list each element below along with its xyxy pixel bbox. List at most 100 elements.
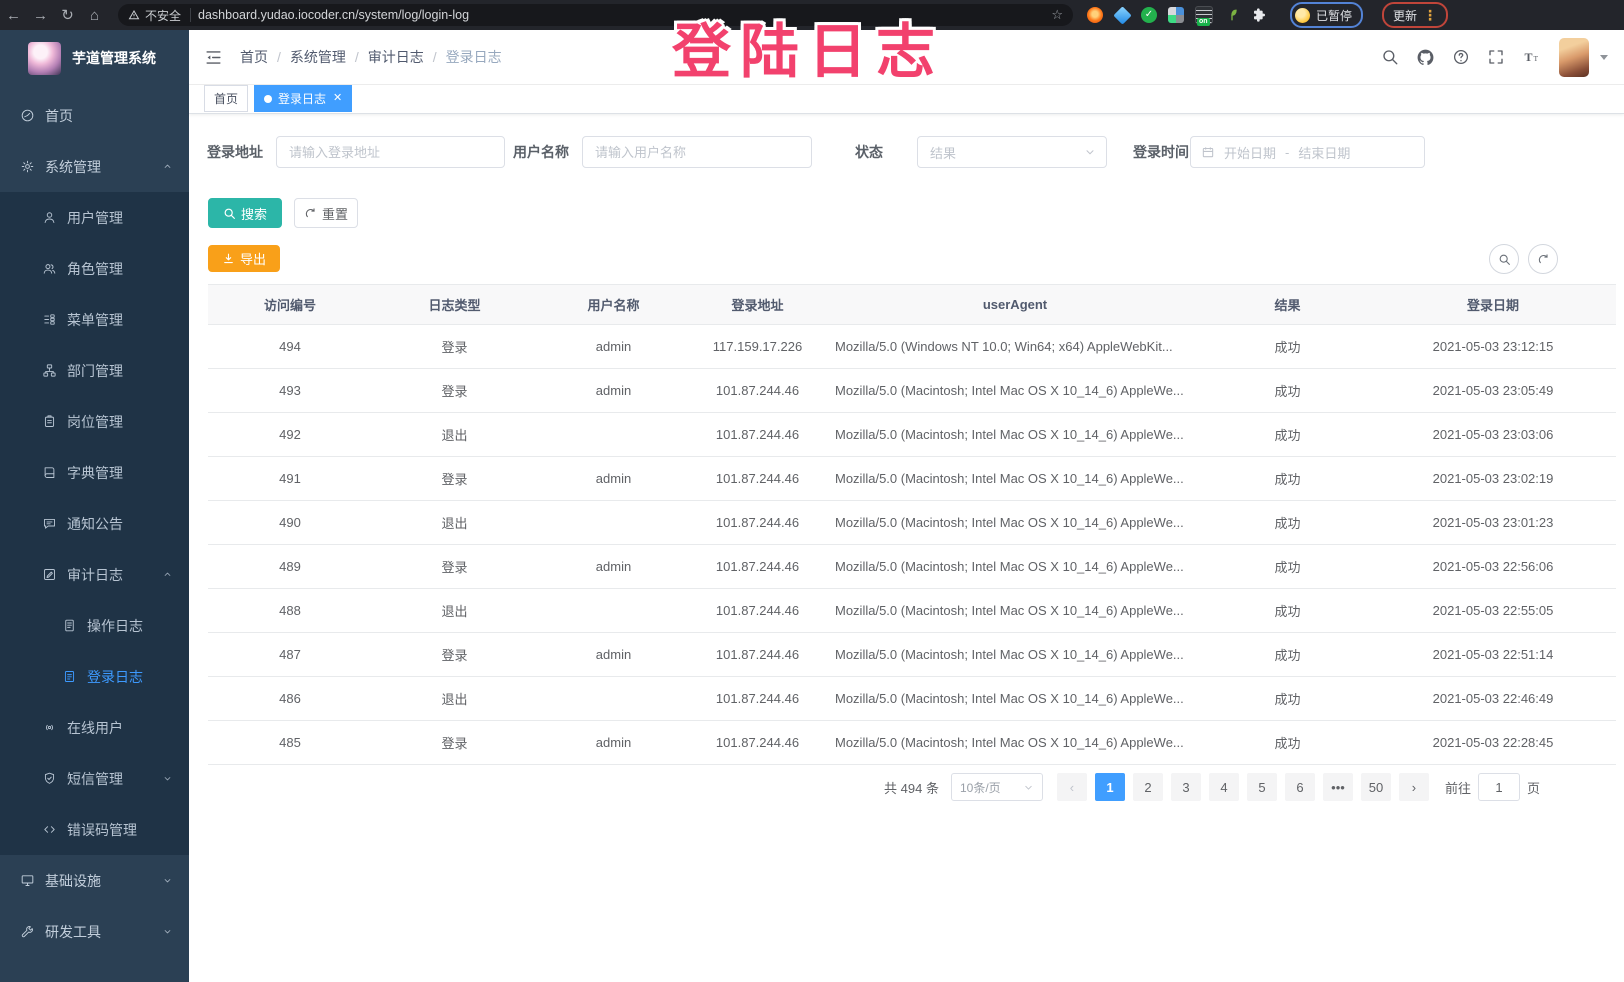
app-title: 芋道管理系统 bbox=[72, 48, 156, 68]
cell-result: 成功 bbox=[1205, 633, 1370, 677]
header-login-date: 登录日期 bbox=[1370, 285, 1616, 325]
search-button[interactable]: 搜索 bbox=[208, 198, 282, 228]
sidebar-item-label: 登录日志 bbox=[87, 667, 143, 687]
date-range-picker[interactable]: 开始日期 - 结束日期 bbox=[1190, 136, 1425, 168]
extension-gem-icon[interactable] bbox=[1113, 6, 1131, 24]
sidebar-item-user-management[interactable]: 用户管理 bbox=[0, 192, 189, 243]
search-icon bbox=[1498, 253, 1511, 266]
sidebar-item-audit-log[interactable]: 审计日志 bbox=[0, 549, 189, 600]
security-chip[interactable]: 不安全 bbox=[128, 8, 191, 22]
browser-update-button[interactable]: 更新 ⋮ bbox=[1382, 2, 1448, 28]
page-button-4[interactable]: 4 bbox=[1209, 773, 1239, 801]
username-label: 用户名称 bbox=[513, 136, 569, 168]
extension-list-icon[interactable]: on bbox=[1195, 6, 1213, 24]
tag-close-icon[interactable]: ✕ bbox=[333, 93, 342, 104]
sidebar-toggle-icon[interactable] bbox=[204, 48, 223, 67]
breadcrumb-system[interactable]: 系统管理 bbox=[290, 47, 346, 67]
login-time-label: 登录时间 bbox=[1133, 136, 1189, 168]
sidebar-item-dept-management[interactable]: 部门管理 bbox=[0, 345, 189, 396]
sidebar: 芋道管理系统 首页系统管理用户管理角色管理菜单管理部门管理岗位管理字典管理通知公… bbox=[0, 30, 189, 982]
page-button-1[interactable]: 1 bbox=[1095, 773, 1125, 801]
table-tools bbox=[1489, 244, 1558, 274]
cell-login-date: 2021-05-03 23:03:06 bbox=[1370, 413, 1616, 457]
tag-login-log[interactable]: 登录日志 ✕ bbox=[254, 85, 352, 112]
header-log-type: 日志类型 bbox=[372, 285, 537, 325]
tag-active-dot bbox=[264, 95, 272, 103]
doc-icon bbox=[62, 618, 77, 633]
goto-page-input[interactable] bbox=[1478, 773, 1520, 801]
cell-user-agent: Mozilla/5.0 (Macintosh; Intel Mac OS X 1… bbox=[825, 589, 1205, 633]
sidebar-item-label: 在线用户 bbox=[67, 718, 123, 738]
page-button-50[interactable]: 50 bbox=[1361, 773, 1391, 801]
cell-user-agent: Mozilla/5.0 (Macintosh; Intel Mac OS X 1… bbox=[825, 721, 1205, 765]
cell-login-date: 2021-05-03 23:05:49 bbox=[1370, 369, 1616, 413]
extension-orange-icon[interactable] bbox=[1087, 7, 1103, 23]
github-icon[interactable] bbox=[1416, 48, 1435, 67]
cell-login-date: 2021-05-03 22:46:49 bbox=[1370, 677, 1616, 721]
username-input[interactable] bbox=[582, 136, 812, 168]
font-size-icon[interactable]: TT bbox=[1522, 48, 1542, 66]
sidebar-item-system-management[interactable]: 系统管理 bbox=[0, 141, 189, 192]
pagination-total: 共 494 条 bbox=[884, 778, 939, 797]
sidebar-item-sms-management[interactable]: 短信管理 bbox=[0, 753, 189, 804]
page-button-5[interactable]: 5 bbox=[1247, 773, 1277, 801]
page-size-select[interactable]: 10条/页 bbox=[951, 773, 1043, 801]
sidebar-logo-row[interactable]: 芋道管理系统 bbox=[0, 30, 189, 86]
sidebar-item-infrastructure[interactable]: 基础设施 bbox=[0, 855, 189, 906]
browser-home-icon[interactable]: ⌂ bbox=[81, 7, 108, 24]
breadcrumb-audit-log[interactable]: 审计日志 bbox=[368, 47, 424, 67]
next-page-button[interactable]: › bbox=[1399, 773, 1429, 801]
refresh-table-button[interactable] bbox=[1528, 244, 1558, 274]
page-button-2[interactable]: 2 bbox=[1133, 773, 1163, 801]
sidebar-item-login-log[interactable]: 登录日志 bbox=[0, 651, 189, 702]
cell-visit-id: 492 bbox=[208, 413, 372, 457]
toggle-search-button[interactable] bbox=[1489, 244, 1519, 274]
sidebar-item-post-management[interactable]: 岗位管理 bbox=[0, 396, 189, 447]
cell-result: 成功 bbox=[1205, 589, 1370, 633]
export-button[interactable]: 导出 bbox=[208, 245, 280, 272]
extension-plant-icon[interactable] bbox=[1224, 7, 1240, 23]
reset-button[interactable]: 重置 bbox=[294, 198, 358, 228]
more-pages-button[interactable]: ••• bbox=[1323, 773, 1353, 801]
cell-login-address: 101.87.244.46 bbox=[690, 413, 825, 457]
docs-help-icon[interactable] bbox=[1452, 48, 1470, 66]
extension-green-icon[interactable]: ✓ bbox=[1141, 7, 1157, 23]
page-button-6[interactable]: 6 bbox=[1285, 773, 1315, 801]
cell-login-date: 2021-05-03 22:51:14 bbox=[1370, 633, 1616, 677]
table-row: 490退出101.87.244.46Mozilla/5.0 (Macintosh… bbox=[208, 501, 1616, 545]
profile-avatar bbox=[1295, 8, 1310, 23]
sidebar-item-notice-announcement[interactable]: 通知公告 bbox=[0, 498, 189, 549]
cell-user-agent: Mozilla/5.0 (Macintosh; Intel Mac OS X 1… bbox=[825, 545, 1205, 589]
user-avatar[interactable] bbox=[1559, 38, 1589, 77]
sidebar-item-menu-management[interactable]: 菜单管理 bbox=[0, 294, 189, 345]
sidebar-item-operation-log[interactable]: 操作日志 bbox=[0, 600, 189, 651]
extension-grid-icon[interactable] bbox=[1168, 7, 1184, 23]
extensions-puzzle-icon[interactable] bbox=[1251, 7, 1267, 23]
sidebar-item-dict-management[interactable]: 字典管理 bbox=[0, 447, 189, 498]
sidebar-item-home[interactable]: 首页 bbox=[0, 90, 189, 141]
browser-back-icon[interactable]: ← bbox=[0, 7, 27, 24]
status-select[interactable]: 结果 bbox=[917, 136, 1107, 168]
sidebar-item-label: 通知公告 bbox=[67, 514, 123, 534]
sidebar-item-label: 岗位管理 bbox=[67, 412, 123, 432]
sidebar-item-online-users[interactable]: 在线用户 bbox=[0, 702, 189, 753]
header-search-icon[interactable] bbox=[1381, 48, 1399, 66]
browser-reload-icon[interactable]: ↻ bbox=[54, 6, 81, 24]
profile-pill[interactable]: 已暂停 bbox=[1290, 2, 1363, 28]
update-label: 更新 bbox=[1393, 7, 1417, 24]
browser-menu-icon[interactable]: ⋮ bbox=[1423, 7, 1437, 24]
breadcrumb-home[interactable]: 首页 bbox=[240, 47, 268, 67]
browser-forward-icon[interactable]: → bbox=[27, 7, 54, 24]
bookmark-star-icon[interactable]: ☆ bbox=[1051, 7, 1063, 23]
cell-result: 成功 bbox=[1205, 545, 1370, 589]
fullscreen-icon[interactable] bbox=[1487, 48, 1505, 66]
prev-page-button[interactable]: ‹ bbox=[1057, 773, 1087, 801]
sidebar-item-dev-tools[interactable]: 研发工具 bbox=[0, 906, 189, 957]
tag-home[interactable]: 首页 bbox=[204, 85, 248, 112]
address-bar[interactable]: 不安全 dashboard.yudao.iocoder.cn/system/lo… bbox=[118, 4, 1073, 26]
login-address-input[interactable] bbox=[276, 136, 505, 168]
page-button-3[interactable]: 3 bbox=[1171, 773, 1201, 801]
sidebar-item-error-code-management[interactable]: 错误码管理 bbox=[0, 804, 189, 855]
sidebar-item-role-management[interactable]: 角色管理 bbox=[0, 243, 189, 294]
user-menu-caret-icon[interactable] bbox=[1600, 55, 1608, 60]
